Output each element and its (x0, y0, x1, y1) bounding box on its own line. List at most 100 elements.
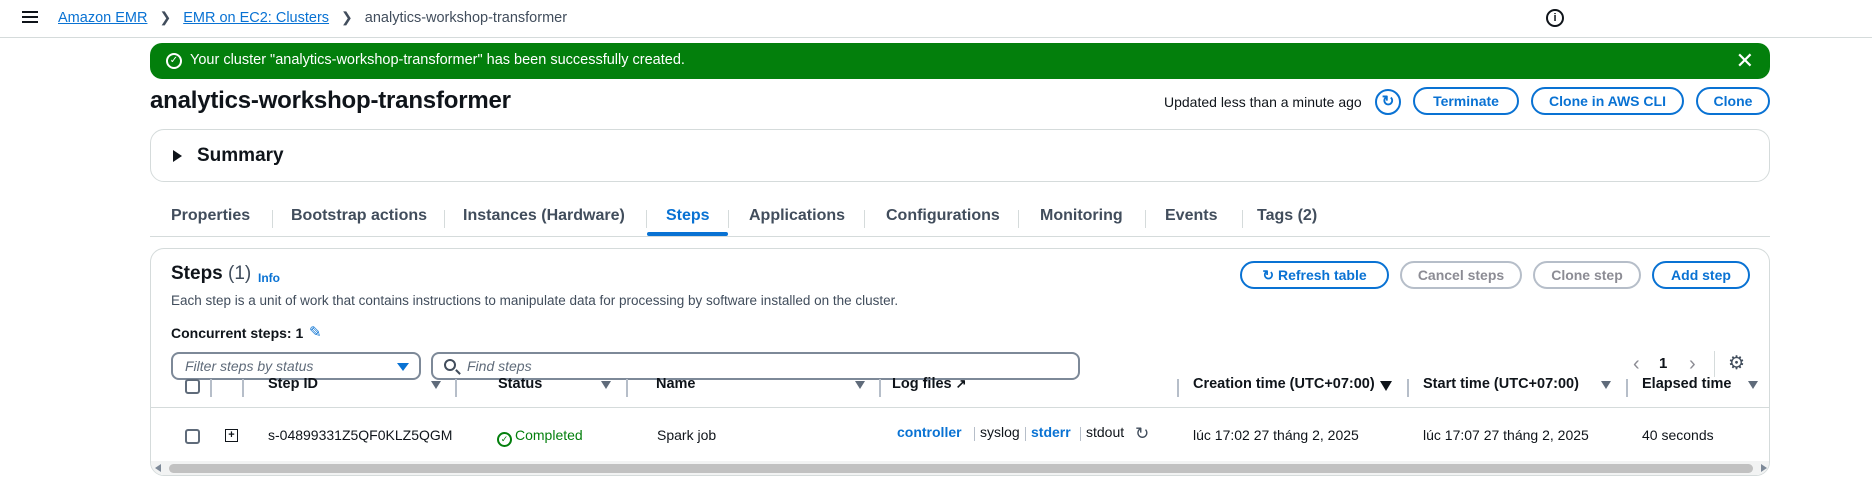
tab-bootstrap-actions[interactable]: Bootstrap actions (291, 207, 427, 225)
steps-panel: Steps (1) Info Each step is a unit of wo… (150, 248, 1770, 476)
tab-divider (728, 210, 729, 228)
add-step-button[interactable]: Add step (1652, 261, 1750, 289)
tab-divider (1242, 210, 1243, 228)
settings-icon[interactable]: ⚙ (1728, 352, 1745, 375)
tab-events[interactable]: Events (1165, 207, 1217, 225)
scrollbar-thumb[interactable] (169, 464, 1753, 473)
scroll-left-icon[interactable] (155, 464, 161, 472)
menu-icon[interactable] (22, 10, 40, 26)
tab-divider (646, 210, 647, 228)
terminate-button[interactable]: Terminate (1413, 87, 1519, 115)
updated-text: Updated less than a minute ago (1164, 94, 1362, 110)
status-text: Completed (515, 427, 583, 443)
select-all-checkbox[interactable] (185, 379, 200, 394)
next-page-icon[interactable]: › (1689, 353, 1696, 376)
steps-count: (1) (228, 263, 252, 284)
breadcrumb-clusters[interactable]: EMR on EC2: Clusters (183, 10, 329, 26)
refresh-icon[interactable]: ↻ (1375, 89, 1401, 115)
column-divider (455, 379, 457, 397)
page-title: analytics-workshop-transformer (150, 87, 511, 114)
horizontal-scrollbar[interactable] (151, 461, 1769, 475)
column-name[interactable]: Name (656, 376, 696, 392)
chevron-right-icon: ❯ (159, 9, 172, 25)
sort-icon[interactable] (855, 381, 865, 389)
top-navigation: Amazon EMR ❯ EMR on EC2: Clusters ❯ anal… (0, 0, 1872, 38)
sort-icon[interactable] (1601, 381, 1611, 389)
info-link[interactable]: Info (258, 271, 280, 285)
column-divider (626, 379, 628, 397)
column-divider (242, 379, 244, 397)
success-icon: ✓ (497, 432, 512, 447)
edit-icon[interactable]: ✎ (309, 323, 322, 341)
tab-tags[interactable]: Tags (2) (1257, 207, 1317, 225)
breadcrumb-amazon-emr[interactable]: Amazon EMR (58, 10, 147, 26)
log-divider (1080, 427, 1081, 441)
column-divider (210, 379, 212, 397)
caret-right-icon (173, 150, 182, 162)
search-input[interactable] (467, 356, 1067, 376)
tab-divider (272, 210, 273, 228)
clone-in-aws-cli-button[interactable]: Clone in AWS CLI (1531, 87, 1684, 115)
column-divider (1177, 379, 1179, 397)
previous-page-icon[interactable]: ‹ (1633, 353, 1640, 376)
log-stdout-link[interactable]: stdout (1086, 424, 1124, 440)
success-icon: ✓ (166, 53, 182, 69)
sort-desc-icon[interactable] (1380, 381, 1392, 391)
success-flash: ✓ Your cluster "analytics-workshop-trans… (150, 43, 1770, 79)
elapsed-time-cell: 40 seconds (1642, 427, 1714, 443)
status-badge: ✓ Completed (497, 427, 583, 447)
breadcrumb-current: analytics-workshop-transformer (364, 9, 568, 26)
sort-icon[interactable] (431, 381, 441, 389)
log-divider (1025, 427, 1026, 441)
status-filter-placeholder: Filter steps by status (185, 358, 314, 374)
refresh-table-button[interactable]: ↻ Refresh table (1240, 261, 1389, 289)
steps-description: Each step is a unit of work that contain… (171, 293, 899, 308)
log-controller-link[interactable]: controller (897, 424, 962, 440)
column-creation-time[interactable]: Creation time (UTC+07:00) (1193, 376, 1375, 392)
summary-expander[interactable]: Summary (150, 129, 1770, 182)
tab-instances[interactable]: Instances (Hardware) (463, 207, 625, 225)
close-icon[interactable]: ✕ (1736, 48, 1754, 74)
clone-step-button[interactable]: Clone step (1533, 261, 1641, 289)
log-files-label: Log files (892, 376, 952, 392)
column-divider (1407, 379, 1409, 397)
sort-icon[interactable] (1748, 381, 1758, 389)
active-tab-indicator (647, 232, 728, 236)
flash-message: Your cluster "analytics-workshop-transfo… (190, 52, 685, 68)
clone-button[interactable]: Clone (1696, 87, 1770, 115)
column-divider (1626, 379, 1628, 397)
tab-properties[interactable]: Properties (171, 207, 250, 225)
tab-divider (1018, 210, 1019, 228)
steps-title: Steps (171, 263, 223, 284)
current-page[interactable]: 1 (1659, 355, 1667, 372)
info-icon[interactable]: i (1546, 9, 1564, 27)
tab-monitoring[interactable]: Monitoring (1040, 207, 1123, 225)
row-checkbox[interactable] (185, 429, 200, 444)
column-step-id[interactable]: Step ID (268, 376, 318, 392)
tab-configurations[interactable]: Configurations (886, 207, 1000, 225)
pager-divider (1714, 351, 1715, 377)
sort-icon[interactable] (601, 381, 611, 389)
column-start-time[interactable]: Start time (UTC+07:00) (1423, 376, 1579, 392)
refresh-logs-icon[interactable]: ↻ (1135, 424, 1149, 444)
tab-list: Properties Bootstrap actions Instances (… (150, 205, 1770, 237)
external-link-icon: ↗ (955, 376, 967, 391)
log-syslog-link[interactable]: syslog (980, 424, 1020, 440)
tab-steps[interactable]: Steps (666, 207, 710, 225)
concurrent-steps: Concurrent steps: 1 (171, 325, 304, 341)
column-log-files[interactable]: Log files ↗ (892, 376, 967, 392)
scroll-right-icon[interactable] (1761, 464, 1767, 472)
tab-applications[interactable]: Applications (749, 207, 845, 225)
refresh-table-label: Refresh table (1277, 267, 1367, 283)
breadcrumb: Amazon EMR ❯ EMR on EC2: Clusters ❯ anal… (58, 9, 567, 26)
column-status[interactable]: Status (498, 376, 542, 392)
tab-divider (444, 210, 445, 228)
cancel-steps-button[interactable]: Cancel steps (1400, 261, 1522, 289)
column-divider (879, 379, 881, 397)
log-stderr-link[interactable]: stderr (1031, 424, 1071, 440)
refresh-icon: ↻ (1262, 267, 1275, 283)
chevron-right-icon: ❯ (341, 9, 353, 25)
column-elapsed-time[interactable]: Elapsed time (1642, 376, 1731, 392)
tab-divider (864, 210, 865, 228)
expand-row-icon[interactable]: + (225, 429, 238, 442)
